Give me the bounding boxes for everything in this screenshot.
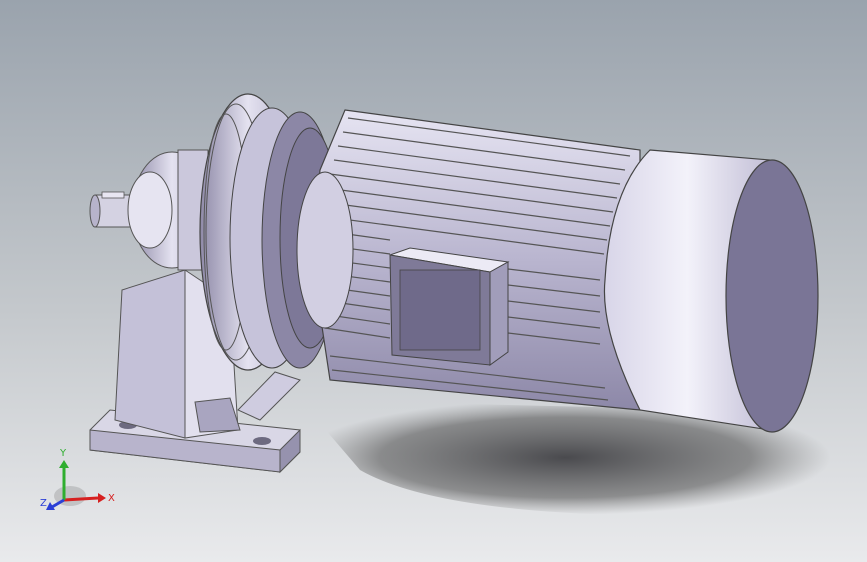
- coordinate-triad: X Y Z: [40, 448, 115, 510]
- gear-motor-model[interactable]: [0, 0, 867, 562]
- mount-hole: [253, 437, 271, 445]
- graphics-viewport[interactable]: X Y Z: [0, 0, 867, 562]
- y-axis-label: Y: [59, 448, 67, 459]
- reducer-housing[interactable]: [127, 149, 213, 271]
- x-axis-label: X: [108, 493, 115, 504]
- terminal-box[interactable]: [389, 247, 510, 366]
- z-axis-label: Z: [40, 498, 47, 509]
- x-axis-line: [63, 496, 99, 502]
- fan-cover[interactable]: [603, 149, 819, 433]
